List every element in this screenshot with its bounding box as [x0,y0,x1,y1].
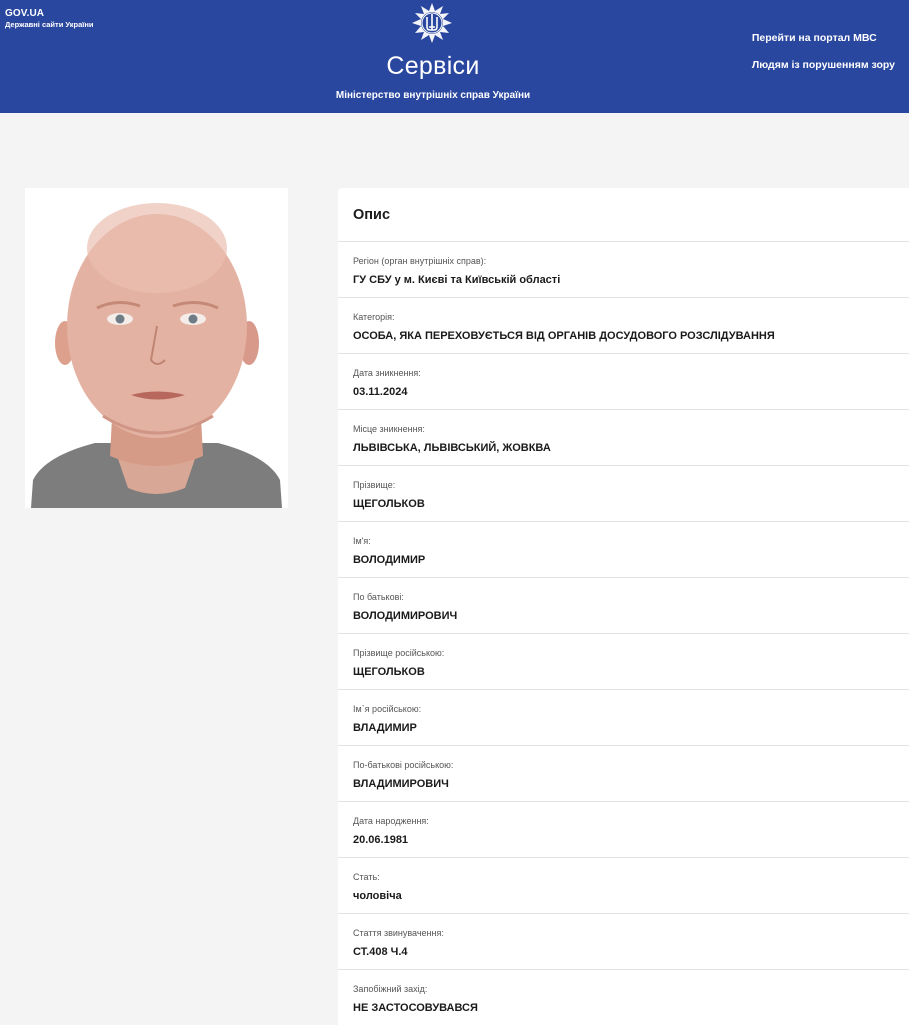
page-title: Сервіси [386,52,480,80]
field-label: Категорія: [353,312,395,322]
field-label: Прізвище: [353,480,396,490]
field-row: Дата народження: 20.06.1981 [338,802,909,858]
field-label: Регіон (орган внутрішніх справ): [353,256,487,266]
field-row: Запобіжний захід: НЕ ЗАСТОСОВУВАВСЯ [338,970,909,1025]
field-row: По батькові: ВОЛОДИМИРОВИЧ [338,578,909,634]
field-value: чоловіча [353,890,402,902]
field-value: ЩЕГОЛЬКОВ [353,666,425,678]
field-value: ЛЬВІВСЬКА, ЛЬВІВСЬКИЙ, ЖОВКВА [353,442,551,454]
gov-ua-logo[interactable]: GOV.UA Державні сайти України [5,9,94,29]
field-value: НЕ ЗАСТОСОВУВАВСЯ [353,1002,478,1014]
field-label: Ім'я: [353,536,371,546]
description-card: Опис Регіон (орган внутрішніх справ): ГУ … [338,188,909,1025]
field-value: ЩЕГОЛЬКОВ [353,498,425,510]
field-row: По-батькові російською: ВЛАДИМИРОВИЧ [338,746,909,802]
field-label: Ім`я російською: [353,704,422,714]
field-label: По батькові: [353,592,404,602]
field-row: Ім`я російською: ВЛАДИМИР [338,690,909,746]
card-title: Опис [338,188,909,242]
field-label: Дата зникнення: [353,368,421,378]
field-list: Регіон (орган внутрішніх справ): ГУ СБУ у… [338,242,909,1025]
ministry-name: Міністерство внутрішніх справ України [335,90,531,101]
gov-ua-name: GOV.UA [5,8,45,19]
field-value: ВОЛОДИМИР [353,554,426,566]
field-label: Стаття звинувачення: [353,928,444,938]
field-value: ГУ СБУ у м. Києві та Київській області [353,274,561,286]
field-value: ВОЛОДИМИРОВИЧ [353,610,458,622]
field-row: Прізвище: ЩЕГОЛЬКОВ [338,466,909,522]
field-row: Місце зникнення: ЛЬВІВСЬКА, ЛЬВІВСЬКИЙ, Ж… [338,410,909,466]
field-row: Стаття звинувачення: СТ.408 Ч.4 [338,914,909,970]
field-row: Стать: чоловіча [338,858,909,914]
header-links: Перейти на портал МВС Людям із порушення… [752,32,895,86]
field-value: ВЛАДИМИР [353,722,417,734]
field-row: Прізвище російською: ЩЕГОЛЬКОВ [338,634,909,690]
field-label: По-батькові російською: [353,760,454,770]
site-header: GOV.UA Державні сайти України Сервіси Мі… [0,0,909,113]
field-value: ВЛАДИМИРОВИЧ [353,778,449,790]
field-value: ОСОБА, ЯКА ПЕРЕХОВУЄТЬСЯ ВІД ОРГАНІВ ДОС… [353,330,775,342]
person-photo-image [25,188,288,508]
field-value: 20.06.1981 [353,834,409,846]
field-row: Ім'я: ВОЛОДИМИР [338,522,909,578]
mvs-portal-link[interactable]: Перейти на портал МВС [752,32,895,44]
field-label: Запобіжний захід: [353,984,428,994]
gov-ua-subtitle: Державні сайти України [5,20,94,29]
field-label: Прізвище російською: [353,648,445,658]
field-value: СТ.408 Ч.4 [353,946,408,958]
field-value: 03.11.2024 [353,386,408,398]
field-label: Стать: [353,872,380,882]
accessibility-link[interactable]: Людям із порушенням зору [752,59,895,71]
field-label: Місце зникнення: [353,424,425,434]
field-row: Категорія: ОСОБА, ЯКА ПЕРЕХОВУЄТЬСЯ ВІД О… [338,298,909,354]
person-photo [25,188,288,508]
field-row: Регіон (орган внутрішніх справ): ГУ СБУ у… [338,242,909,298]
field-label: Дата народження: [353,816,429,826]
field-row: Дата зникнення: 03.11.2024 [338,354,909,410]
ministry-emblem-icon [412,3,452,43]
